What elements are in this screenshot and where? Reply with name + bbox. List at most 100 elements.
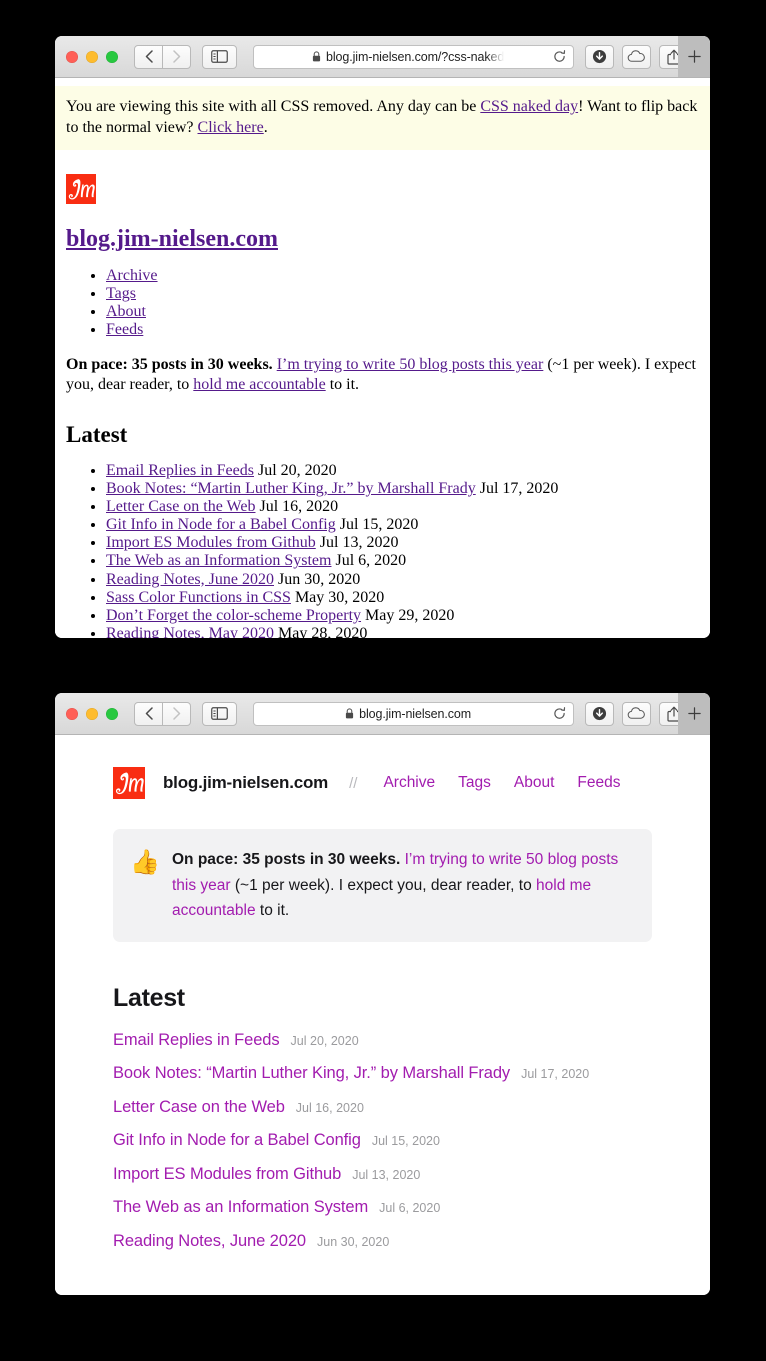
list-item: Reading Notes, May 2020 May 28, 2020 <box>106 625 699 638</box>
address-bar-content: blog.jim-nielsen.com <box>254 707 548 721</box>
post-link[interactable]: Book Notes: “Martin Luther King, Jr.” by… <box>113 1064 510 1083</box>
reload-button[interactable] <box>548 50 570 63</box>
nav-link-tags[interactable]: Tags <box>458 774 491 792</box>
address-bar[interactable]: blog.jim-nielsen.com <box>253 701 575 726</box>
fifty-posts-link[interactable]: I’m trying to write 50 blog posts this y… <box>277 356 544 373</box>
post-date: Jul 17, 2020 <box>479 480 559 498</box>
site-logo[interactable] <box>113 767 145 799</box>
nav-link-about[interactable]: About <box>514 774 555 792</box>
icloud-button[interactable] <box>622 44 652 69</box>
nav-item: Feeds <box>106 321 699 339</box>
latest-heading: Latest <box>113 983 185 1012</box>
post-date: Jul 17, 2020 <box>521 1067 590 1082</box>
maximize-window-button[interactable] <box>106 707 118 720</box>
on-pace-bold: On pace: 35 posts in 30 weeks. <box>172 851 401 868</box>
post-date: Jul 20, 2020 <box>290 1033 359 1048</box>
header-separator: // <box>349 774 358 792</box>
click-here-link[interactable]: Click here <box>198 119 264 136</box>
back-button[interactable] <box>134 701 163 726</box>
sidebar-toggle-icon <box>211 50 228 63</box>
nav-link-about[interactable]: About <box>106 303 146 320</box>
css-naked-day-link[interactable]: CSS naked day <box>480 98 578 115</box>
post-link[interactable]: Letter Case on the Web <box>113 1098 285 1117</box>
new-tab-button[interactable] <box>678 693 710 734</box>
on-pace-end: to it. <box>255 902 290 920</box>
minimize-window-button[interactable] <box>86 50 98 63</box>
post-link[interactable]: Import ES Modules from Github <box>106 534 316 551</box>
lock-icon <box>346 708 354 719</box>
maximize-window-button[interactable] <box>106 50 118 63</box>
list-item: Git Info in Node for a Babel Config Jul … <box>113 1131 652 1150</box>
nav-link-archive[interactable]: Archive <box>383 774 435 792</box>
post-link[interactable]: Email Replies in Feeds <box>106 462 254 479</box>
reload-button[interactable] <box>548 707 570 720</box>
site-name[interactable]: blog.jim-nielsen.com <box>163 773 328 793</box>
nav-link-tags[interactable]: Tags <box>106 285 136 302</box>
back-button[interactable] <box>134 44 163 69</box>
site-title-link[interactable]: blog.jim-nielsen.com <box>66 226 278 252</box>
on-pace-end: to it. <box>325 376 360 394</box>
close-window-button[interactable] <box>66 707 78 720</box>
browser-toolbar: blog.jim-nielsen.com <box>55 693 710 735</box>
address-bar-content: blog.jim-nielsen.com/?css-naked <box>254 50 548 64</box>
nav-link-feeds[interactable]: Feeds <box>106 321 143 338</box>
post-link[interactable]: Git Info in Node for a Babel Config <box>113 1131 361 1150</box>
site-logo[interactable] <box>66 173 96 204</box>
post-link[interactable]: Letter Case on the Web <box>106 498 255 515</box>
post-link[interactable]: Sass Color Functions in CSS <box>106 589 291 606</box>
nav-link-archive[interactable]: Archive <box>106 267 158 284</box>
on-pace-text: On pace: 35 posts in 30 weeks. I’m tryin… <box>172 847 630 924</box>
icloud-icon <box>627 50 646 62</box>
post-link[interactable]: Reading Notes, May 2020 <box>106 625 274 638</box>
browser-toolbar: blog.jim-nielsen.com/?css-naked <box>55 36 710 78</box>
list-item: Import ES Modules from Github Jul 13, 20… <box>113 1165 652 1184</box>
post-link[interactable]: Git Info in Node for a Babel Config <box>106 516 336 533</box>
navigation-buttons <box>134 701 191 726</box>
reload-icon <box>554 50 565 62</box>
post-link[interactable]: Import ES Modules from Github <box>113 1165 341 1184</box>
latest-posts-list: Email Replies in Feeds Jul 20, 2020 Book… <box>66 462 699 638</box>
nav-link-feeds[interactable]: Feeds <box>577 774 620 792</box>
forward-button[interactable] <box>162 44 191 69</box>
banner-text-1: You are viewing this site with all CSS r… <box>66 98 481 115</box>
post-link[interactable]: The Web as an Information System <box>113 1198 368 1217</box>
post-link[interactable]: Reading Notes, June 2020 <box>106 571 274 588</box>
browser-window-styled[interactable]: blog.jim-nielsen.com blog.jim-nielsen.co… <box>55 693 710 1295</box>
new-tab-button[interactable] <box>678 36 710 77</box>
sidebar-toggle-button[interactable] <box>202 701 237 726</box>
on-pace-text: On pace: 35 posts in 30 weeks. I’m tryin… <box>66 355 699 396</box>
address-bar[interactable]: blog.jim-nielsen.com/?css-naked <box>253 44 575 69</box>
post-date: Jul 15, 2020 <box>371 1134 440 1149</box>
list-item: Letter Case on the Web Jul 16, 2020 <box>106 498 699 516</box>
page-content-styled: blog.jim-nielsen.com // Archive Tags Abo… <box>55 735 710 1295</box>
close-window-button[interactable] <box>66 50 78 63</box>
post-link[interactable]: Book Notes: “Martin Luther King, Jr.” by… <box>106 480 476 497</box>
post-link[interactable]: The Web as an Information System <box>106 552 331 569</box>
site-nav-list: Archive Tags About Feeds <box>66 267 699 339</box>
forward-button[interactable] <box>162 701 191 726</box>
hold-me-accountable-link[interactable]: hold me accountable <box>193 376 325 393</box>
post-date: May 28, 2020 <box>277 624 368 638</box>
icloud-button[interactable] <box>622 701 652 726</box>
downloads-button[interactable] <box>585 701 615 726</box>
minimize-window-button[interactable] <box>86 707 98 720</box>
sidebar-toggle-icon <box>211 707 228 720</box>
nav-item: About <box>106 303 699 321</box>
chevron-left-icon <box>145 707 153 720</box>
post-date: Jun 30, 2020 <box>317 1234 390 1249</box>
post-date: Jul 15, 2020 <box>339 516 419 534</box>
post-link[interactable]: Don’t Forget the color-scheme Property <box>106 607 361 624</box>
list-item: Letter Case on the Web Jul 16, 2020 <box>113 1098 652 1117</box>
post-date: Jul 13, 2020 <box>319 534 399 552</box>
list-item: Email Replies in Feeds Jul 20, 2020 <box>113 1031 652 1050</box>
site-header: blog.jim-nielsen.com // Archive Tags Abo… <box>113 735 652 799</box>
list-item: The Web as an Information System Jul 6, … <box>113 1198 652 1217</box>
downloads-button[interactable] <box>585 44 615 69</box>
post-link[interactable]: Reading Notes, June 2020 <box>113 1232 306 1251</box>
post-date: Jul 16, 2020 <box>295 1100 364 1115</box>
sidebar-toggle-button[interactable] <box>202 44 237 69</box>
list-item: Book Notes: “Martin Luther King, Jr.” by… <box>106 480 699 498</box>
browser-window-naked[interactable]: blog.jim-nielsen.com/?css-naked You are … <box>55 36 710 638</box>
latest-posts-list: Email Replies in Feeds Jul 20, 2020 Book… <box>113 1031 652 1251</box>
post-link[interactable]: Email Replies in Feeds <box>113 1031 280 1050</box>
